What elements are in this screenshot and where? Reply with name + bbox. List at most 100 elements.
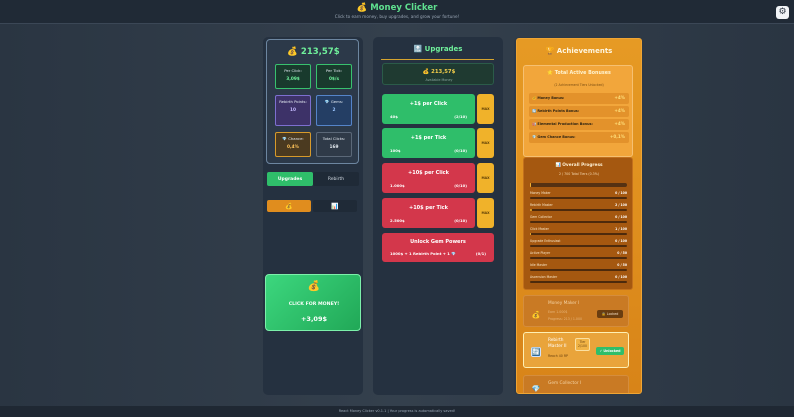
settings-button[interactable]: ⚙ <box>776 6 789 19</box>
progress-count: 2 / 100 <box>615 203 627 207</box>
click-for-money-button[interactable]: 💰 CLICK FOR MONEY! +3,09$ <box>265 274 361 331</box>
chart-icon: 📊 <box>331 202 339 210</box>
app-title: 💰 Money Clicker <box>356 3 438 13</box>
total-clicks-stat: Total Clicks: 169 <box>316 132 352 157</box>
progress-fill <box>530 233 531 235</box>
rebirth-points-value: 10 <box>290 107 296 113</box>
achievement-card-gem-collector[interactable]: 💎 Gem Collector I <box>523 375 629 393</box>
progress-count: 0 / 100 <box>615 215 627 219</box>
top-bar: 💰 Money Clicker Click to earn money, buy… <box>0 0 794 24</box>
progress-row: Idle Master 0 / 50 <box>530 263 627 274</box>
bonus-value: +4% <box>614 121 625 126</box>
gem-icon: 💎 <box>531 385 541 393</box>
bonus-title: ⭐ Total Active Bonuses <box>547 71 611 76</box>
achievement-progress: Progress: 213 / 1.000 <box>548 317 582 321</box>
gem-chance-value: 0,4% <box>287 144 299 150</box>
progress-row: Money Maker 0 / 100 <box>530 191 627 202</box>
achievements-column: 🏆 Achievements ⭐ Total Active Bonuses (2… <box>514 37 644 395</box>
rebirth-icon: 🔄 <box>531 347 541 357</box>
tab-rebirth[interactable]: Rebirth <box>313 172 359 186</box>
progress-name: Click Master <box>530 227 549 231</box>
active-bonuses: ⭐ Total Active Bonuses (2 Achievement Ti… <box>523 65 633 157</box>
upgrade-cost: 2.500$ <box>390 218 405 223</box>
upgrade-plus1-tick[interactable]: +1$ per Tick 100$ (0/10) <box>382 128 475 158</box>
progress-row: Active Player 0 / 50 <box>530 251 627 262</box>
rebirth-points-stat: Rebirth Points: 10 <box>275 95 311 126</box>
main-tabs: Upgrades Rebirth <box>267 172 359 186</box>
available-amount: 💰 213,57$ <box>422 69 456 75</box>
bonus-value: +4% <box>614 95 625 100</box>
per-click-label: Per Click: <box>284 68 302 73</box>
max-button[interactable]: MAX <box>477 198 494 228</box>
achievement-name: Gem Collector I <box>548 381 582 386</box>
achievement-card-money-maker[interactable]: 💰 Money Maker I Earn 1.000$ Progress: 21… <box>523 295 629 327</box>
progress-fill <box>530 209 532 211</box>
per-tick-value: 0$/s <box>328 76 340 82</box>
max-button[interactable]: MAX <box>477 128 494 158</box>
click-label: CLICK FOR MONEY! <box>288 302 340 307</box>
upgrades-title: 🔝 Upgrades <box>413 45 463 53</box>
per-click-stat: Per Click: 3,09$ <box>275 64 311 89</box>
money-bag-icon: 💰 <box>531 311 541 319</box>
gear-icon: ⚙ <box>778 7 787 17</box>
max-button[interactable]: MAX <box>477 94 494 124</box>
overall-title: 📊 Overall Progress <box>555 163 603 168</box>
divider <box>381 59 494 60</box>
subtab-money[interactable]: 💰 <box>267 200 311 212</box>
app-subtitle: Click to earn money, buy upgrades, and g… <box>334 14 460 19</box>
progress-name: Gem Collector <box>530 215 553 219</box>
progress-row: Rebirth Master 2 / 100 <box>530 203 627 214</box>
sub-tabs: 💰 📊 <box>267 200 359 212</box>
money-bag-icon: 💰 <box>285 202 293 210</box>
tab-upgrades[interactable]: Upgrades <box>267 172 313 186</box>
bonus-label: 💰 Money Bonus: <box>532 96 565 100</box>
gems-label: 💎 Gems: <box>324 99 344 104</box>
unlocked-badge: ✓ Unlocked <box>596 347 624 355</box>
progress-bar <box>530 257 627 259</box>
per-click-value: 3,09$ <box>286 76 300 82</box>
bonus-row-gem: 💎 Gem Chance Bonus: +0,1% <box>529 132 629 143</box>
upgrade-cost: 40$ <box>390 114 398 119</box>
max-button[interactable]: MAX <box>477 163 494 193</box>
progress-count: 0 / 100 <box>615 275 627 279</box>
progress-bar <box>530 245 627 247</box>
upgrade-name: +10$ per Click <box>408 170 449 176</box>
available-label: Available Money <box>425 78 453 82</box>
locked-badge: 🔒 Locked <box>597 310 623 318</box>
achievement-desc: Reach 40 RP <box>548 354 568 358</box>
rebirth-points-label: Rebirth Points: <box>279 99 307 104</box>
upgrade-level: (2/10) <box>454 114 467 119</box>
gems-value: 2 <box>332 107 336 113</box>
upgrade-plus1-click[interactable]: +1$ per Click 40$ (2/10) <box>382 94 475 124</box>
achievement-card-rebirth-master[interactable]: 🔄 Rebirth Master II Tier 2/100 Reach 40 … <box>523 332 629 368</box>
tier-tag: Tier 2/100 <box>575 338 590 351</box>
achievements-panel[interactable]: 🏆 Achievements ⭐ Total Active Bonuses (2… <box>516 38 642 394</box>
gem-icon: 💎 <box>532 135 537 139</box>
gem-chance-label: 💎 Chance: <box>282 136 304 141</box>
progress-name: Idle Master <box>530 263 548 267</box>
subtab-stats[interactable]: 📊 <box>313 200 357 212</box>
unlock-gem-powers-button[interactable]: Unlock Gem Powers 1000$ + 1 Rebirth Poin… <box>382 233 494 262</box>
upgrade-cost: 1.000$ <box>390 183 405 188</box>
stats-column: 💰 213,57$ Per Click: 3,09$ Per Tick: 0$/… <box>263 37 363 395</box>
achievement-name: Rebirth Master II <box>548 338 567 349</box>
achievement-desc: Earn 1.000$ <box>548 310 568 314</box>
upgrade-name: Unlock Gem Powers <box>410 239 466 245</box>
factory-icon: 🏭 <box>532 122 537 126</box>
per-tick-stat: Per Tick: 0$/s <box>316 64 352 89</box>
upgrade-plus10-click[interactable]: +10$ per Click 1.000$ (0/10) <box>382 163 475 193</box>
bonus-subtitle: (2 Achievement Tiers Unlocked) <box>554 83 604 87</box>
progress-count: 1 / 100 <box>615 227 627 231</box>
progress-row: Ascension Master 0 / 100 <box>530 275 627 286</box>
upgrade-plus10-tick[interactable]: +10$ per Tick 2.500$ (0/10) <box>382 198 475 228</box>
click-value: +3,09$ <box>300 315 327 323</box>
total-clicks-value: 169 <box>329 144 339 150</box>
bonus-value: +0,1% <box>609 134 625 139</box>
available-money-card: 💰 213,57$ Available Money <box>382 63 494 85</box>
bonus-row-elemental: 🏭 Elemental Production Bonus: +4% <box>529 119 629 130</box>
progress-row: Click Master 1 / 100 <box>530 227 627 238</box>
bonus-row-rebirth: 🔄 Rebirth Points Bonus: +4% <box>529 106 629 117</box>
progress-row: Gem Collector 0 / 100 <box>530 215 627 226</box>
progress-name: Money Maker <box>530 191 551 195</box>
rebirth-icon: 🔄 <box>532 109 537 113</box>
